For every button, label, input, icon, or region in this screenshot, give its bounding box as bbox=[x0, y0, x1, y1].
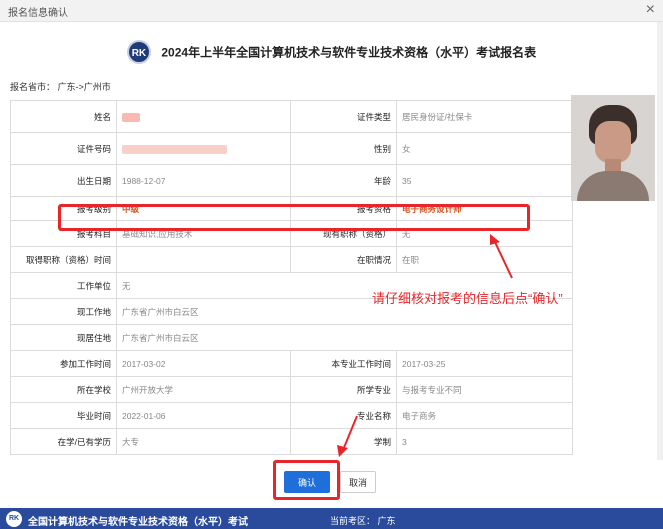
footer-logo-icon: RK bbox=[6, 511, 22, 527]
duration-label: 学制 bbox=[290, 428, 397, 455]
major-name-value: 电子商务 bbox=[396, 402, 573, 429]
id-number-label: 证件号码 bbox=[10, 132, 117, 165]
age-value: 35 bbox=[396, 164, 573, 197]
dialog-header: 报名信息确认 × bbox=[0, 0, 663, 22]
scrollbar[interactable] bbox=[657, 22, 663, 460]
birth-value: 1988-12-07 bbox=[116, 164, 291, 197]
school-value: 广州开放大学 bbox=[116, 376, 291, 403]
grad-time-label: 毕业时间 bbox=[10, 402, 117, 429]
work-place-label: 现工作地 bbox=[10, 298, 117, 325]
close-icon[interactable]: × bbox=[646, 1, 655, 19]
photo-face bbox=[595, 121, 631, 163]
exam-logo-icon: RK bbox=[126, 40, 151, 64]
id-type-value: 居民身份证/社保卡 bbox=[396, 100, 573, 133]
school-major-label: 所学专业 bbox=[290, 376, 397, 403]
work-start-value: 2017-03-02 bbox=[116, 350, 291, 377]
id-number-value bbox=[116, 132, 291, 165]
footer-bar: RK 全国计算机技术与软件专业技术资格（水平）考试 当前考区： 广东 bbox=[0, 508, 663, 529]
check-notice: 请仔细核对报考的信息后点“确认” bbox=[372, 291, 563, 306]
current-region: 当前考区： 广东 bbox=[330, 516, 396, 526]
school-label: 所在学校 bbox=[10, 376, 117, 403]
degree-label: 在学/已有学历 bbox=[10, 428, 117, 455]
province-label: 报名省市： bbox=[10, 82, 56, 92]
gender-value: 女 bbox=[396, 132, 573, 165]
name-label: 姓名 bbox=[10, 100, 117, 133]
table-row: 在学/已有学历 大专 学制 3 bbox=[10, 428, 573, 455]
footer-title: 全国计算机技术与软件专业技术资格（水平）考试 bbox=[28, 517, 248, 528]
major-name-label: 专业名称 bbox=[290, 402, 397, 429]
table-row: 现居住地 广东省广州市白云区 bbox=[10, 324, 573, 351]
age-label: 年龄 bbox=[290, 164, 397, 197]
id-number-redaction bbox=[122, 144, 227, 154]
highlight-box bbox=[58, 204, 530, 231]
title-time-label: 取得职称（资格）时间 bbox=[10, 246, 117, 273]
title-time-value bbox=[116, 246, 291, 273]
table-row: 毕业时间 2022-01-06 专业名称 电子商务 bbox=[10, 402, 573, 429]
major-work-start-value: 2017-03-25 bbox=[396, 350, 573, 377]
residence-label: 现居住地 bbox=[10, 324, 117, 351]
employment-label: 在职情况 bbox=[290, 246, 397, 273]
form-header: RK 2024年上半年全国计算机技术与软件专业技术资格（水平）考试报名表 bbox=[0, 40, 663, 64]
employer-label: 工作单位 bbox=[10, 272, 117, 299]
name-redaction bbox=[122, 112, 140, 122]
province-line: 报名省市： 广东->广州市 bbox=[10, 80, 111, 93]
duration-value: 3 bbox=[396, 428, 573, 455]
table-row: 姓名 证件类型 居民身份证/社保卡 bbox=[10, 100, 573, 133]
table-row: 所在学校 广州开放大学 所学专业 与报考专业不同 bbox=[10, 376, 573, 403]
applicant-photo bbox=[571, 95, 655, 201]
table-row: 参加工作时间 2017-03-02 本专业工作时间 2017-03-25 bbox=[10, 350, 573, 377]
form-title: 2024年上半年全国计算机技术与软件专业技术资格（水平）考试报名表 bbox=[161, 45, 537, 60]
registration-table: 姓名 证件类型 居民身份证/社保卡 证件号码 性别 女 出生日期 1988-12… bbox=[10, 100, 573, 455]
cancel-button[interactable]: 取消 bbox=[340, 471, 376, 493]
school-major-value: 与报考专业不同 bbox=[396, 376, 573, 403]
photo-shoulders bbox=[577, 171, 649, 201]
gender-label: 性别 bbox=[290, 132, 397, 165]
employment-value: 在职 bbox=[396, 246, 573, 273]
residence-value: 广东省广州市白云区 bbox=[116, 324, 573, 351]
grad-time-value: 2022-01-06 bbox=[116, 402, 291, 429]
birth-label: 出生日期 bbox=[10, 164, 117, 197]
province-value: 广东->广州市 bbox=[57, 82, 111, 92]
major-work-start-label: 本专业工作时间 bbox=[290, 350, 397, 377]
work-start-label: 参加工作时间 bbox=[10, 350, 117, 377]
dialog-title: 报名信息确认 bbox=[8, 8, 68, 19]
name-value bbox=[116, 100, 291, 133]
table-row: 出生日期 1988-12-07 年龄 35 bbox=[10, 164, 573, 197]
table-row: 证件号码 性别 女 bbox=[10, 132, 573, 165]
id-type-label: 证件类型 bbox=[290, 100, 397, 133]
degree-value: 大专 bbox=[116, 428, 291, 455]
confirm-button[interactable]: 确认 bbox=[284, 471, 330, 493]
table-row: 取得职称（资格）时间 在职情况 在职 bbox=[10, 246, 573, 273]
